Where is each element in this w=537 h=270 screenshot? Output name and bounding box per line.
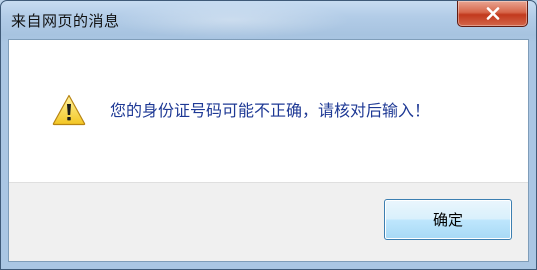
- title-bar[interactable]: 来自网页的消息: [1, 1, 536, 39]
- warning-icon: [52, 94, 86, 130]
- dialog-client-area: 您的身份证号码可能不正确，请核对后输入！ 确定: [8, 39, 529, 262]
- message-area: 您的身份证号码可能不正确，请核对后输入！: [9, 40, 528, 182]
- close-icon: [486, 7, 500, 20]
- window-title: 来自网页的消息: [11, 12, 120, 30]
- message-text: 您的身份证号码可能不正确，请核对后输入！: [110, 101, 431, 120]
- button-bar: 确定: [9, 182, 528, 261]
- dialog-window: 来自网页的消息 您的身份证号码可能不正确，请核对后输入！ 确定: [0, 0, 537, 270]
- close-button[interactable]: [457, 1, 528, 27]
- ok-button[interactable]: 确定: [384, 199, 512, 240]
